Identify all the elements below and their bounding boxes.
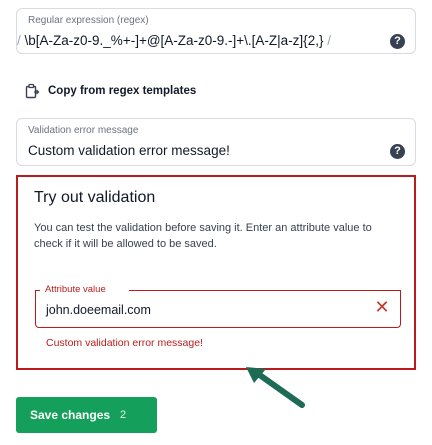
changes-count-badge: 2 <box>120 409 127 421</box>
attribute-value-field[interactable]: Attribute value john.doeemail.com ✕ <box>35 284 401 328</box>
clear-icon[interactable]: ✕ <box>374 298 390 316</box>
validation-error-text: Custom validation error message! <box>46 337 203 349</box>
error-message-label: Validation error message <box>28 125 139 136</box>
regex-help-icon[interactable]: ? <box>390 34 405 49</box>
try-out-panel: Try out validation You can test the vali… <box>16 175 416 370</box>
error-message-help-icon[interactable]: ? <box>390 144 405 159</box>
regex-open-delimiter: / <box>17 33 21 48</box>
regex-field-value-row: / \b[A-Za-z0-9._%+-]+@[A-Za-z0-9.-]+\.[A… <box>17 33 331 48</box>
error-message-input[interactable]: Custom validation error message! <box>28 143 230 158</box>
attribute-field-border <box>36 290 40 291</box>
attribute-field-border <box>129 290 400 291</box>
regex-field-label: Regular expression (regex) <box>28 15 149 26</box>
try-out-description: You can test the validation before savin… <box>34 222 372 250</box>
try-out-title: Try out validation <box>34 189 156 206</box>
copy-from-templates-label: Copy from regex templates <box>48 85 197 97</box>
regex-input[interactable]: \b[A-Za-z0-9._%+-]+@[A-Za-z0-9.-]+\.[A-Z… <box>25 33 324 48</box>
copy-icon <box>25 83 40 99</box>
save-changes-label: Save changes <box>30 408 111 422</box>
attribute-value-label: Attribute value <box>43 284 108 295</box>
copy-from-templates-link[interactable]: Copy from regex templates <box>24 82 196 100</box>
attribute-value-input[interactable]: john.doeemail.com <box>46 303 151 317</box>
regex-close-delimiter: / <box>327 33 331 48</box>
error-message-field[interactable]: Validation error message Custom validati… <box>16 118 416 166</box>
save-changes-button[interactable]: Save changes 2 <box>16 397 157 433</box>
validation-settings: Regular expression (regex) / \b[A-Za-z0-… <box>0 0 432 445</box>
regex-field[interactable]: Regular expression (regex) / \b[A-Za-z0-… <box>16 8 416 54</box>
annotation-arrow-icon <box>246 367 305 408</box>
